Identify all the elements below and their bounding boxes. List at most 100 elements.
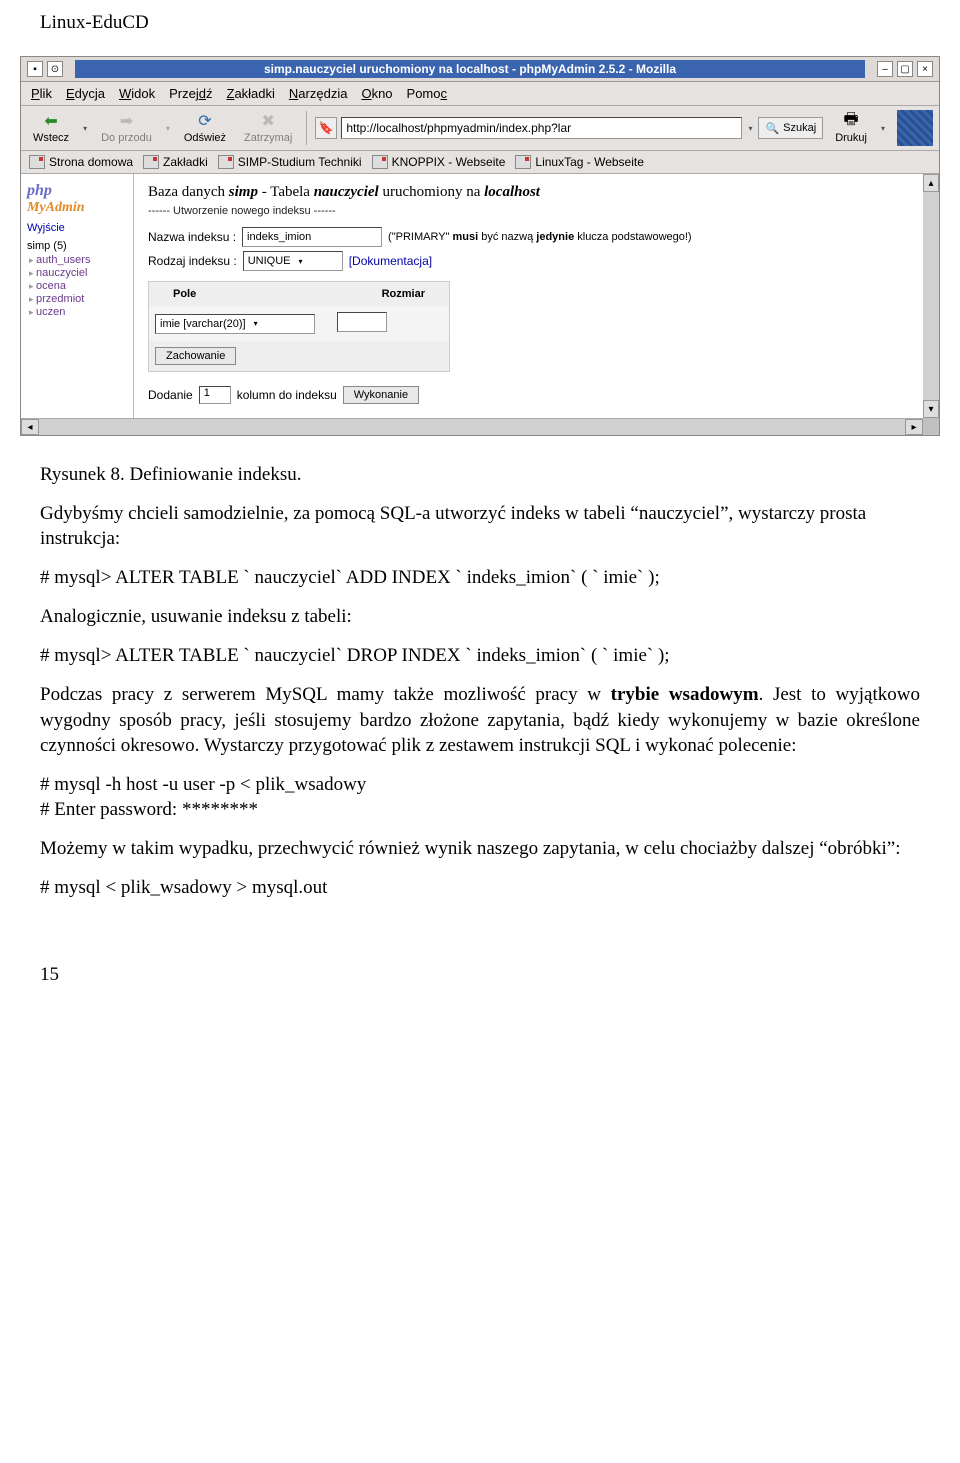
page-title: Baza danych simp - Tabela nauczyciel uru… <box>148 184 909 201</box>
doc-title: Linux-EduCD <box>40 12 149 33</box>
sidebar-table[interactable]: przedmiot <box>29 293 127 305</box>
throbber-icon <box>897 110 933 146</box>
menubar: Plik Edycja Widok Przejdź Zakładki Narzę… <box>21 82 939 106</box>
section-subtitle: ------ Utworzenie nowego indeksu ------ <box>148 205 909 217</box>
menu-help[interactable]: Pomoc <box>407 86 447 101</box>
bookmark-knoppix[interactable]: KNOPPIX - Webseite <box>372 155 506 169</box>
window-title: simp.nauczyciel uruchomiony na localhost… <box>75 60 865 78</box>
bookmark-icon <box>515 155 531 169</box>
chevron-down-icon: ▾ <box>254 319 258 328</box>
phpmyadmin-main: Baza danych simp - Tabela nauczyciel uru… <box>134 174 923 418</box>
add-suffix: kolumn do indeksu <box>237 388 337 402</box>
menu-view[interactable]: Widok <box>119 86 155 101</box>
bookmark-icon <box>29 155 45 169</box>
reload-button[interactable]: ⟳ Odśwież <box>178 110 232 146</box>
sidebar-table[interactable]: uczen <box>29 306 127 318</box>
forward-icon: ➡ <box>115 112 137 130</box>
bookmark-simp[interactable]: SIMP-Studium Techniki <box>218 155 362 169</box>
menu-go[interactable]: Przejdź <box>169 86 212 101</box>
window-titlebar: ▪ ⊙ simp.nauczyciel uruchomiony na local… <box>21 57 939 82</box>
add-prefix: Dodanie <box>148 388 193 402</box>
toolbar-separator <box>306 111 307 145</box>
bookmark-icon <box>143 155 159 169</box>
scroll-down-icon[interactable]: ▾ <box>923 400 939 418</box>
col-field: Pole <box>149 282 358 306</box>
search-button[interactable]: 🔍 Szukaj <box>758 117 823 139</box>
sidebar-table[interactable]: ocena <box>29 280 127 292</box>
scroll-up-icon[interactable]: ▴ <box>923 174 939 192</box>
stop-icon: ✖ <box>257 112 279 130</box>
add-count-input[interactable]: 1 <box>199 386 231 404</box>
field-select[interactable]: imie [varchar(20)]▾ <box>155 314 315 334</box>
index-fields-grid: Pole Rozmiar imie [varchar(20)]▾ Zachowa… <box>148 281 450 372</box>
figure-caption: Rysunek 8. Definiowanie indeksu. <box>40 462 920 487</box>
close-icon[interactable]: × <box>917 61 933 77</box>
label-index-name: Nazwa indeksu : <box>148 230 236 244</box>
back-icon: ⬅ <box>40 112 62 130</box>
paragraph: Możemy w takim wypadku, przechwycić równ… <box>40 836 920 861</box>
print-icon: 🖶 <box>840 112 862 130</box>
index-type-select[interactable]: UNIQUE▾ <box>243 251 343 271</box>
menu-edit[interactable]: Edycja <box>66 86 105 101</box>
primary-note: ("PRIMARY" musi być nazwą jedynie klucza… <box>388 231 692 243</box>
bookmark-page-icon[interactable]: 🔖 <box>315 117 337 139</box>
minimize-icon[interactable]: – <box>877 61 893 77</box>
sidebar-table[interactable]: nauczyciel <box>29 267 127 279</box>
stop-button[interactable]: ✖ Zatrzymaj <box>238 110 298 146</box>
execute-button[interactable]: Wykonanie <box>343 386 419 404</box>
index-name-input[interactable]: indeks_imion <box>242 227 382 247</box>
code-line: # Enter password: ******** <box>40 797 920 822</box>
paragraph: Gdybyśmy chcieli samodzielnie, za pomocą… <box>40 501 920 551</box>
code-line: # mysql -h host -u user -p < plik_wsadow… <box>40 772 920 797</box>
sticky-icon[interactable]: ⊙ <box>47 61 63 77</box>
phpmyadmin-logo: phpMyAdmin <box>27 182 127 216</box>
search-icon: 🔍 <box>765 122 779 135</box>
menu-tools[interactable]: Narzędzia <box>289 86 348 101</box>
url-input[interactable]: http://localhost/phpmyadmin/index.php?la… <box>341 117 742 139</box>
paragraph: Podczas pracy z serwerem MySQL mamy takż… <box>40 682 920 757</box>
col-size: Rozmiar <box>358 282 449 306</box>
code-line: # mysql> ALTER TABLE ` nauczyciel` DROP … <box>40 643 920 668</box>
menu-bookmarks[interactable]: Zakładki <box>226 86 274 101</box>
maximize-icon[interactable]: ▢ <box>897 61 913 77</box>
bookmark-icon <box>218 155 234 169</box>
back-button[interactable]: ⬅ Wstecz <box>27 110 75 146</box>
menu-file[interactable]: Plik <box>31 86 52 101</box>
bookmark-bar: Strona domowa Zakładki SIMP-Studium Tech… <box>21 151 939 174</box>
forward-button[interactable]: ➡ Do przodu <box>95 110 158 146</box>
vertical-scrollbar[interactable]: ▴ ▾ <box>923 174 939 418</box>
bookmark-folder[interactable]: Zakładki <box>143 155 208 169</box>
bookmark-linuxtag[interactable]: LinuxTag - Webseite <box>515 155 644 169</box>
scroll-left-icon[interactable]: ◂ <box>21 419 39 435</box>
print-button[interactable]: 🖶 Drukuj <box>829 110 873 146</box>
sysmenu-icon[interactable]: ▪ <box>27 61 43 77</box>
sidebar-table[interactable]: auth_users <box>29 254 127 266</box>
page-header: Linux-EduCD <box>0 0 960 40</box>
size-input[interactable] <box>337 312 387 332</box>
document-body: Rysunek 8. Definiowanie indeksu. Gdybyśm… <box>0 448 960 944</box>
horizontal-scrollbar[interactable]: ◂ ▸ <box>21 418 923 435</box>
documentation-link[interactable]: [Dokumentacja] <box>349 254 432 268</box>
print-caret[interactable]: ▾ <box>879 124 887 133</box>
page-number: 15 <box>0 944 960 1016</box>
sidebar-home-link[interactable]: Wyjście <box>27 222 127 234</box>
scroll-track[interactable] <box>39 419 905 435</box>
back-history-caret[interactable]: ▾ <box>81 124 89 133</box>
toolbar: ⬅ Wstecz ▾ ➡ Do przodu ▾ ⟳ Odśwież ✖ Zat… <box>21 106 939 151</box>
forward-history-caret[interactable]: ▾ <box>164 124 172 133</box>
save-button[interactable]: Zachowanie <box>155 347 236 365</box>
label-index-type: Rodzaj indeksu : <box>148 254 237 268</box>
reload-icon: ⟳ <box>194 112 216 130</box>
sidebar-db[interactable]: simp (5) <box>27 240 127 252</box>
bookmark-icon <box>372 155 388 169</box>
scroll-right-icon[interactable]: ▸ <box>905 419 923 435</box>
resize-grip[interactable] <box>923 418 939 434</box>
chevron-down-icon: ▾ <box>299 257 303 266</box>
code-line: # mysql < plik_wsadowy > mysql.out <box>40 875 920 900</box>
menu-window[interactable]: Okno <box>361 86 392 101</box>
paragraph: Analogicznie, usuwanie indeksu z tabeli: <box>40 604 920 629</box>
url-history-caret[interactable]: ▾ <box>746 124 754 133</box>
bookmark-home[interactable]: Strona domowa <box>29 155 133 169</box>
code-line: # mysql> ALTER TABLE ` nauczyciel` ADD I… <box>40 565 920 590</box>
scroll-track[interactable] <box>923 192 939 400</box>
